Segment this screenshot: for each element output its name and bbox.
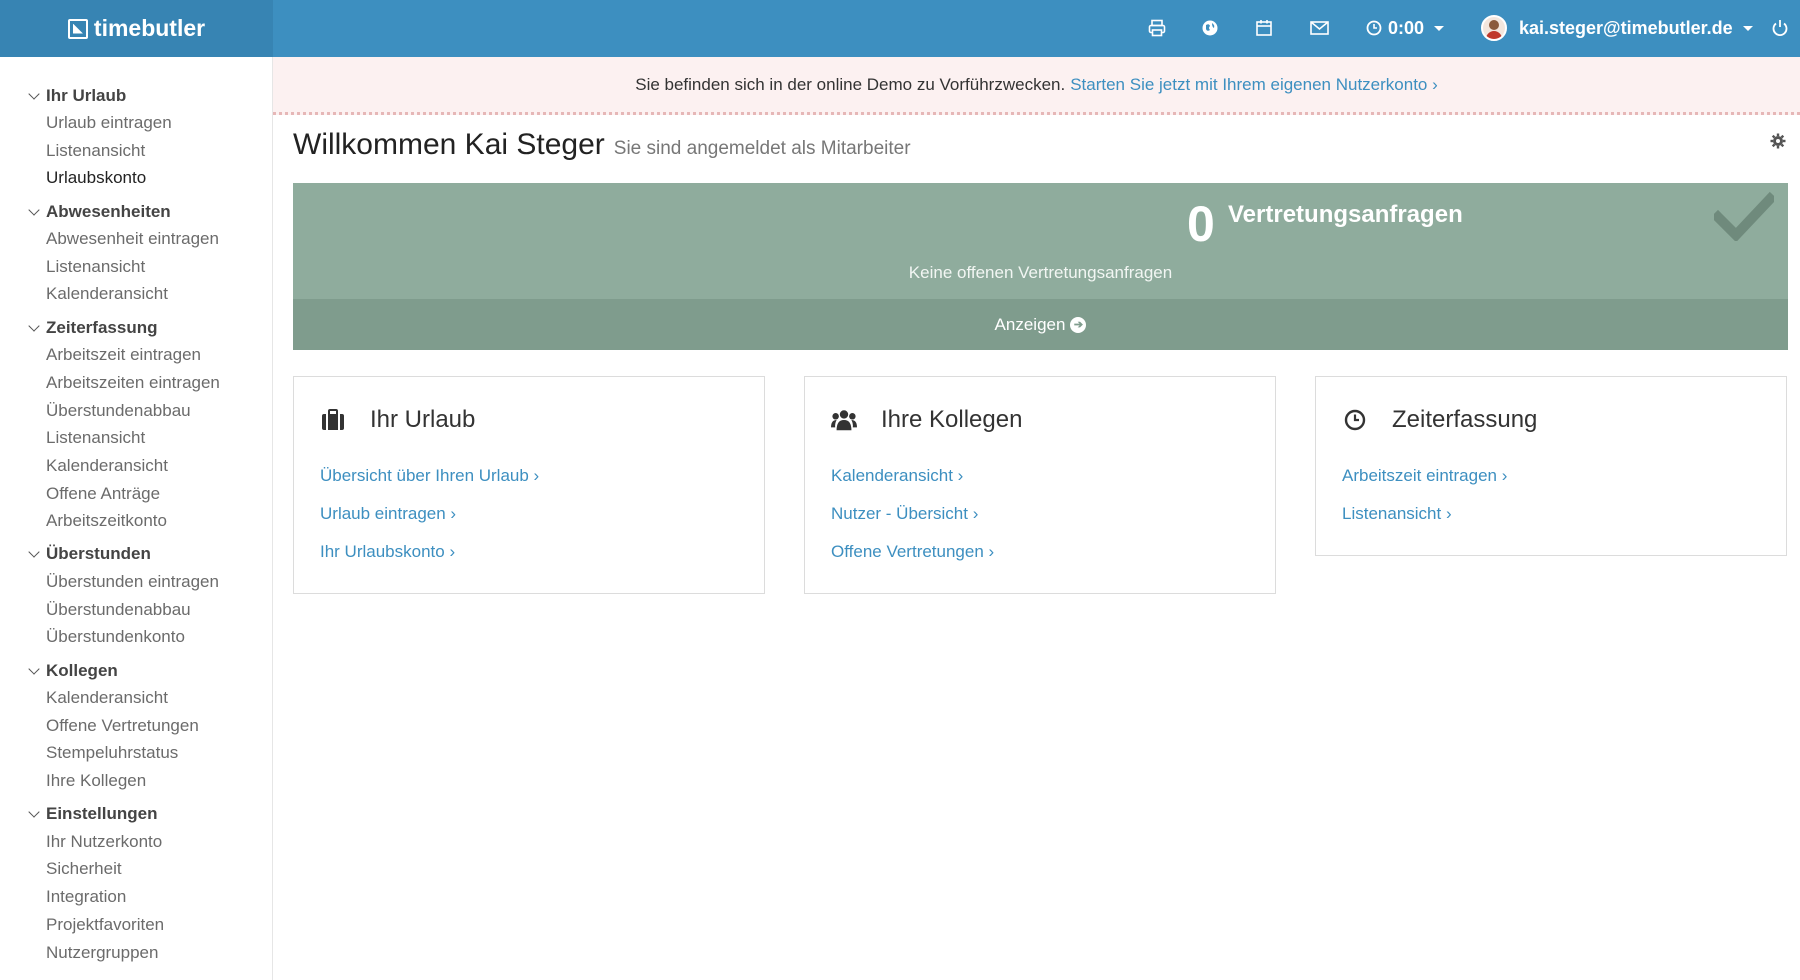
mail-icon[interactable] bbox=[1305, 14, 1333, 42]
list-view-link[interactable]: Listenansicht › bbox=[1342, 495, 1760, 533]
sidebar: Ihr Urlaub Urlaub eintragen Listenansicht U… bbox=[0, 57, 273, 980]
chevron-down-icon bbox=[1434, 25, 1445, 31]
arrow-right-circle-icon: ➔ bbox=[1070, 316, 1087, 333]
sidebar-item[interactable]: Überstundenabbau bbox=[0, 596, 272, 624]
vacation-overview-link[interactable]: Übersicht über Ihren Urlaub › bbox=[320, 457, 738, 495]
panel-title: Vertretungsanfragen bbox=[1228, 201, 1463, 228]
sidebar-item[interactable]: Arbeitszeit eintragen bbox=[0, 341, 272, 369]
sidebar-item[interactable]: Urlaubskonto bbox=[0, 164, 272, 192]
logo-text: timebutler bbox=[93, 15, 206, 41]
sidebar-section-title[interactable]: Abwesenheiten bbox=[0, 198, 272, 225]
show-requests-label: Anzeigen bbox=[994, 314, 1066, 334]
sidebar-item[interactable]: Nutzergruppen bbox=[0, 939, 272, 967]
sidebar-item[interactable]: Sicherheit bbox=[0, 855, 272, 883]
logo[interactable]: timebutler bbox=[0, 0, 273, 57]
checkmark-icon bbox=[1714, 191, 1774, 241]
panel-subtitle: Keine offenen Vertretungsanfragen bbox=[908, 263, 1173, 282]
sidebar-item[interactable]: Überstunden eintragen bbox=[0, 568, 272, 596]
sidebar-item[interactable]: Überstundenkonto bbox=[0, 623, 272, 651]
chevron-down-icon bbox=[28, 806, 40, 818]
sidebar-item[interactable]: Ihr Nutzerkonto bbox=[0, 828, 272, 856]
user-overview-link[interactable]: Nutzer - Übersicht › bbox=[831, 495, 1249, 533]
user-menu[interactable]: kai.steger@timebutler.de bbox=[1481, 14, 1753, 42]
card-time-tracking: Zeiterfassung Arbeitszeit eintragen › Li… bbox=[1315, 376, 1787, 556]
demo-banner: Sie befinden sich in der online Demo zu … bbox=[273, 57, 1800, 115]
timer-value: 0:00 bbox=[1388, 17, 1425, 38]
banner-text: Sie befinden sich in der online Demo zu … bbox=[635, 74, 1066, 94]
sidebar-section: Zeiterfassung Arbeitszeit eintragen Arbeit… bbox=[0, 314, 272, 535]
globe-icon[interactable] bbox=[1196, 14, 1224, 42]
chevron-down-icon bbox=[28, 203, 40, 216]
role-subtitle: Sie sind angemeldet als Mitarbeiter bbox=[613, 138, 911, 159]
sidebar-item[interactable]: Kalenderansicht bbox=[0, 280, 272, 308]
chevron-down-icon bbox=[28, 546, 40, 559]
sidebar-section-title[interactable]: Kollegen bbox=[0, 657, 272, 684]
enter-worktime-link[interactable]: Arbeitszeit eintragen › bbox=[1342, 457, 1760, 495]
sidebar-section: Kollegen Kalenderansicht Offene Vertretung… bbox=[0, 657, 272, 795]
card-colleagues: Ihre Kollegen Kalenderansicht › Nutzer -… bbox=[804, 376, 1276, 594]
sidebar-item[interactable]: Kalenderansicht bbox=[0, 452, 272, 480]
banner-signup-link[interactable]: Starten Sie jetzt mit Ihrem eigenen Nutz… bbox=[1070, 75, 1438, 95]
clock-icon bbox=[1366, 20, 1382, 36]
sidebar-item[interactable]: Urlaub eintragen bbox=[0, 109, 272, 137]
sidebar-item[interactable]: Listenansicht bbox=[0, 137, 272, 165]
logo-mark-icon bbox=[67, 18, 88, 39]
sidebar-item[interactable]: Listenansicht bbox=[0, 253, 272, 281]
sidebar-section-label: Überstunden bbox=[46, 544, 151, 564]
request-count: 0 bbox=[1187, 196, 1215, 252]
sidebar-item[interactable]: Ihre Kollegen bbox=[0, 767, 272, 795]
sidebar-item[interactable]: Stempeluhrstatus bbox=[0, 739, 272, 767]
sidebar-item[interactable]: Offene Vertretungen bbox=[0, 712, 272, 740]
card-title: Zeiterfassung bbox=[1392, 406, 1538, 433]
sidebar-section: Abwesenheiten Abwesenheit eintragen Listen… bbox=[0, 198, 272, 308]
sidebar-section: Einstellungen Ihr Nutzerkonto Sicherheit In… bbox=[0, 801, 272, 966]
sidebar-item[interactable]: Arbeitszeiten eintragen bbox=[0, 369, 272, 397]
sidebar-item[interactable]: Kalenderansicht bbox=[0, 684, 272, 712]
sidebar-item[interactable]: Offene Anträge bbox=[0, 480, 272, 508]
sidebar-item[interactable]: Listenansicht bbox=[0, 424, 272, 452]
suitcase-icon bbox=[320, 407, 346, 433]
card-title: Ihre Kollegen bbox=[881, 406, 1023, 433]
sidebar-item[interactable]: Überstundenabbau bbox=[0, 397, 272, 425]
users-icon bbox=[831, 407, 857, 433]
chevron-down-icon bbox=[28, 662, 40, 675]
sidebar-item[interactable]: Projektfavoriten bbox=[0, 911, 272, 939]
sidebar-section-label: Ihr Urlaub bbox=[46, 85, 127, 105]
chevron-down-icon bbox=[1742, 25, 1753, 31]
sidebar-item[interactable]: Arbeitszeitkonto bbox=[0, 507, 272, 535]
sidebar-section: Ihr Urlaub Urlaub eintragen Listenansicht U… bbox=[0, 82, 272, 192]
sidebar-section-title[interactable]: Einstellungen bbox=[0, 801, 272, 828]
show-requests-button[interactable]: Anzeigen ➔ bbox=[293, 299, 1788, 350]
sidebar-section-title[interactable]: Zeiterfassung bbox=[0, 314, 272, 341]
user-email: kai.steger@timebutler.de bbox=[1519, 17, 1733, 38]
sidebar-section: Überstunden Überstunden eintragen Überstun… bbox=[0, 541, 272, 651]
print-icon[interactable] bbox=[1143, 14, 1171, 42]
sidebar-section-label: Kollegen bbox=[46, 660, 118, 680]
open-substitutions-link[interactable]: Offene Vertretungen › bbox=[831, 533, 1249, 571]
calendar-view-link[interactable]: Kalenderansicht › bbox=[831, 457, 1249, 495]
vacation-account-link[interactable]: Ihr Urlaubskonto › bbox=[320, 533, 738, 571]
enter-vacation-link[interactable]: Urlaub eintragen › bbox=[320, 495, 738, 533]
chevron-down-icon bbox=[28, 87, 40, 100]
card-title: Ihr Urlaub bbox=[370, 406, 476, 433]
sidebar-section-label: Abwesenheiten bbox=[46, 201, 171, 221]
sidebar-item[interactable]: Integration bbox=[0, 883, 272, 911]
sidebar-section-title[interactable]: Ihr Urlaub bbox=[0, 82, 272, 109]
sidebar-item[interactable]: Abwesenheit eintragen bbox=[0, 225, 272, 253]
sidebar-section-title[interactable]: Überstunden bbox=[0, 541, 272, 568]
calendar-icon[interactable] bbox=[1250, 14, 1278, 42]
power-icon[interactable] bbox=[1766, 14, 1794, 42]
sidebar-section-label: Einstellungen bbox=[46, 804, 158, 824]
timer-dropdown[interactable]: 0:00 bbox=[1366, 14, 1445, 42]
top-navbar: timebutler 0:00 kai.steger@timebutler.de bbox=[0, 0, 1800, 57]
avatar bbox=[1481, 15, 1507, 41]
gear-icon[interactable] bbox=[1770, 133, 1788, 151]
substitution-requests-panel: 0 Vertretungsanfragen Keine offenen Vert… bbox=[293, 183, 1788, 350]
chevron-down-icon bbox=[28, 319, 40, 332]
clock-icon bbox=[1342, 407, 1368, 433]
sidebar-section-label: Zeiterfassung bbox=[46, 317, 158, 337]
card-vacation: Ihr Urlaub Übersicht über Ihren Urlaub ›… bbox=[293, 376, 765, 594]
welcome-header: Willkommen Kai Steger Sie sind angemelde… bbox=[293, 128, 911, 162]
page-title: Willkommen Kai Steger bbox=[293, 128, 605, 161]
